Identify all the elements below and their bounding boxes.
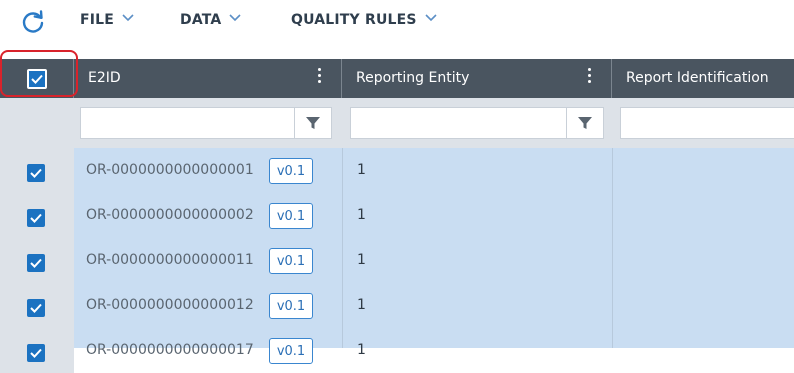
row-reporting-entity: 1: [357, 342, 366, 358]
filter-icon[interactable]: [566, 108, 603, 138]
column-header-label: Report Identification: [626, 70, 769, 86]
quality-rules-menu-label: QUALITY RULES: [291, 12, 417, 28]
row-reporting-entity: 1: [357, 297, 366, 313]
column-header-label: E2ID: [88, 70, 121, 86]
table-row[interactable]: OR-0000000000000002 v0.1 1: [0, 193, 794, 238]
row-e2id: OR-0000000000000001: [86, 162, 254, 178]
column-menu-icon[interactable]: [584, 68, 594, 88]
row-checkbox[interactable]: [27, 299, 45, 317]
data-menu-label: DATA: [180, 12, 222, 28]
grid-body: OR-0000000000000001 v0.1 1 OR-0000000000…: [0, 148, 794, 373]
chevron-down-icon: [425, 10, 437, 26]
chevron-down-icon: [229, 10, 242, 26]
grid-header: E2ID Reporting Entity Report Identificat…: [0, 59, 794, 98]
row-e2id: OR-0000000000000002: [86, 207, 254, 223]
row-reporting-entity: 1: [357, 252, 366, 268]
column-divider: [342, 148, 343, 348]
refresh-icon[interactable]: [20, 9, 46, 35]
row-reporting-entity: 1: [357, 162, 366, 178]
file-menu[interactable]: FILE: [80, 12, 134, 28]
highlight-annotation: [0, 50, 78, 97]
row-e2id: OR-0000000000000017: [86, 342, 254, 358]
column-header-label: Reporting Entity: [356, 70, 470, 86]
quality-rules-menu[interactable]: QUALITY RULES: [291, 12, 437, 28]
row-checkbox[interactable]: [27, 344, 45, 362]
file-menu-label: FILE: [80, 12, 115, 28]
row-e2id: OR-0000000000000012: [86, 297, 254, 313]
filter-row: [0, 98, 794, 148]
version-badge[interactable]: v0.1: [269, 248, 313, 274]
e2id-filter-input[interactable]: [80, 107, 332, 139]
column-divider: [612, 148, 613, 348]
row-e2id: OR-0000000000000011: [86, 252, 254, 268]
column-header-report-identification[interactable]: Report Identification: [612, 59, 794, 98]
row-checkbox[interactable]: [27, 254, 45, 272]
row-checkbox[interactable]: [27, 209, 45, 227]
table-row[interactable]: OR-0000000000000017 v0.1 1: [0, 328, 794, 373]
column-header-reporting-entity[interactable]: Reporting Entity: [342, 59, 612, 98]
version-badge[interactable]: v0.1: [269, 158, 313, 184]
data-menu[interactable]: DATA: [180, 10, 242, 28]
version-badge[interactable]: v0.1: [269, 293, 313, 319]
table-row[interactable]: OR-0000000000000011 v0.1 1: [0, 238, 794, 283]
row-checkbox[interactable]: [27, 164, 45, 182]
chevron-down-icon: [122, 10, 134, 26]
toolbar: FILE DATA QUALITY RULES: [0, 0, 794, 44]
filter-icon[interactable]: [294, 108, 331, 138]
row-reporting-entity: 1: [357, 207, 366, 223]
table-row[interactable]: OR-0000000000000012 v0.1 1: [0, 283, 794, 328]
column-header-e2id[interactable]: E2ID: [74, 59, 342, 98]
version-badge[interactable]: v0.1: [269, 338, 313, 364]
version-badge[interactable]: v0.1: [269, 203, 313, 229]
report-identification-filter-input[interactable]: [620, 107, 794, 139]
reporting-entity-filter-input[interactable]: [350, 107, 604, 139]
column-menu-icon[interactable]: [314, 68, 324, 88]
table-row[interactable]: OR-0000000000000001 v0.1 1: [0, 148, 794, 193]
